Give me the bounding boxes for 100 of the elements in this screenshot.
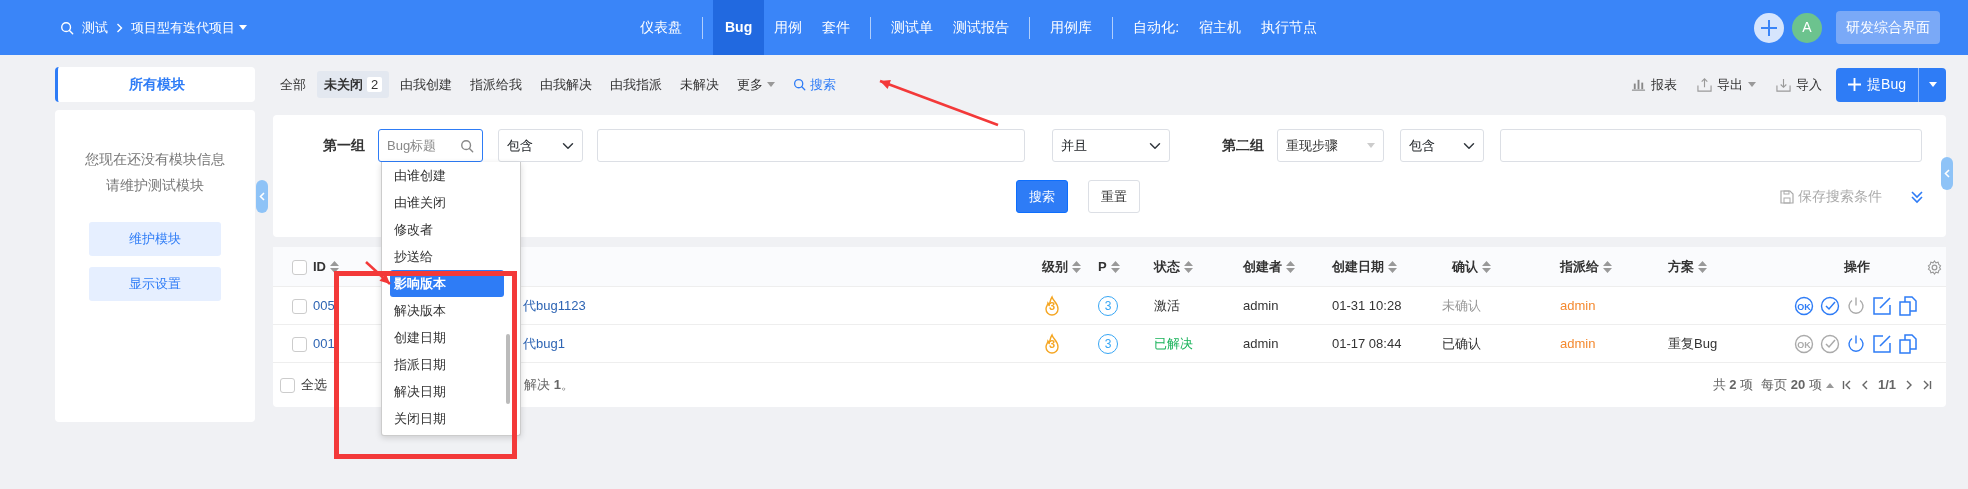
plus-icon xyxy=(1760,18,1778,37)
column-header[interactable]: ID xyxy=(313,258,326,274)
column-header[interactable]: 创建者 xyxy=(1243,258,1282,274)
dropdown-item[interactable]: 指派日期 xyxy=(382,351,504,378)
last-page-icon[interactable] xyxy=(1922,380,1932,390)
more-menu[interactable]: 更多 xyxy=(730,70,783,99)
nav-tab[interactable]: 测试单 xyxy=(881,0,944,55)
confirmation-text: 未确认 xyxy=(1442,297,1481,313)
reset-button[interactable]: 重置 xyxy=(1088,180,1140,213)
export-button[interactable]: 导出 xyxy=(1691,74,1763,95)
field-select[interactable]: 重现步骤 xyxy=(1277,129,1384,162)
value-input[interactable] xyxy=(1500,129,1922,162)
gear-icon[interactable] xyxy=(1927,259,1942,275)
page-size-select[interactable]: 每页 20 项 xyxy=(1761,375,1834,395)
collapse-handle[interactable] xyxy=(256,180,268,213)
collapse-handle[interactable] xyxy=(1941,157,1953,190)
column-header[interactable]: 级别 xyxy=(1042,258,1068,274)
confirmation-text: 已确认 xyxy=(1442,335,1481,351)
nav-tab[interactable]: Bug xyxy=(713,0,765,55)
filter-tab[interactable]: 未解决 xyxy=(673,70,727,99)
dropdown-item[interactable]: 修改者 xyxy=(382,216,504,243)
column-header[interactable]: 确认 xyxy=(1452,258,1478,274)
report-button[interactable]: 报表 xyxy=(1625,74,1684,95)
summary-text: 解决 1。 xyxy=(524,376,574,395)
edit-icon[interactable] xyxy=(1872,333,1892,354)
logic-select[interactable]: 并且 xyxy=(1052,129,1170,162)
product-name[interactable]: 测试 xyxy=(82,17,108,38)
sidebar-button[interactable]: 维护模块 xyxy=(89,222,221,256)
caret-icon xyxy=(1748,82,1757,87)
field-select[interactable]: Bug标题 xyxy=(378,129,483,162)
column-header[interactable]: 状态 xyxy=(1154,258,1180,274)
nav-tab[interactable]: 用例库 xyxy=(1040,0,1103,55)
nav-tab[interactable]: 仪表盘 xyxy=(630,0,692,55)
checkbox[interactable] xyxy=(292,298,307,314)
filter-tab[interactable]: 全部 xyxy=(273,70,313,99)
id-cell[interactable]: 001 xyxy=(313,335,335,351)
copy-icon[interactable] xyxy=(1898,333,1918,354)
import-icon xyxy=(1776,77,1792,92)
expand-icon[interactable] xyxy=(1910,189,1924,204)
dropdown-item[interactable]: 创建日期 xyxy=(382,324,504,351)
status-text: 激活 xyxy=(1154,297,1180,313)
title-link[interactable]: 代bug1 xyxy=(523,335,565,351)
next-page-icon[interactable] xyxy=(1904,380,1914,390)
nav-tab[interactable]: 套件 xyxy=(812,0,861,55)
search-toggle[interactable]: 搜索 xyxy=(786,70,844,99)
dropdown-item[interactable]: 由谁创建 xyxy=(382,162,504,189)
page-indicator: 1/1 xyxy=(1877,376,1896,395)
count-badge: 2 xyxy=(367,76,383,92)
dropdown-item[interactable]: 关闭日期 xyxy=(382,405,504,432)
severity-badge: 3 xyxy=(1042,294,1062,317)
nav-tab[interactable]: 宿主机 xyxy=(1189,0,1252,55)
add-button[interactable] xyxy=(1754,12,1784,43)
checkbox[interactable] xyxy=(292,259,307,275)
column-header[interactable]: 操作 xyxy=(1843,258,1870,274)
scrollbar[interactable] xyxy=(506,334,510,404)
project-switcher[interactable]: 项目型有迭代项目 xyxy=(131,17,247,38)
sidebar-button[interactable]: 显示设置 xyxy=(89,267,221,301)
column-header[interactable]: 指派给 xyxy=(1560,258,1599,274)
chevron-right-icon xyxy=(116,22,123,33)
module-tab[interactable]: 所有模块 xyxy=(55,67,255,102)
dropdown-item[interactable]: 抄送给 xyxy=(382,243,504,270)
select-all-checkbox[interactable]: 全选 xyxy=(273,375,327,395)
column-header[interactable]: 方案 xyxy=(1668,258,1694,274)
table-cell: 01-31 10:28 xyxy=(1332,297,1402,313)
dropdown-item[interactable]: 解决日期 xyxy=(382,378,504,405)
plus-icon xyxy=(1848,78,1862,91)
copy-icon[interactable] xyxy=(1898,295,1918,316)
check-circle-icon[interactable] xyxy=(1820,295,1840,316)
caret-icon xyxy=(1825,382,1834,388)
filter-tab[interactable]: 由我创建 xyxy=(393,70,460,99)
column-header[interactable]: P xyxy=(1098,258,1107,274)
dropdown-item[interactable]: 由谁关闭 xyxy=(382,189,504,216)
filter-tab[interactable]: 未关闭 2 xyxy=(317,70,390,99)
search-icon xyxy=(460,139,474,153)
nav-tab[interactable]: 自动化: xyxy=(1123,0,1190,55)
confirm-icon[interactable]: OK xyxy=(1794,295,1814,316)
import-button[interactable]: 导入 xyxy=(1770,74,1829,95)
value-input[interactable] xyxy=(597,129,1025,162)
power-icon[interactable] xyxy=(1846,333,1866,354)
nav-tab[interactable]: 执行节点 xyxy=(1251,0,1328,55)
filter-tab[interactable]: 由我解决 xyxy=(533,70,600,99)
nav-tab[interactable]: 测试报告 xyxy=(943,0,1020,55)
filter-tab[interactable]: 指派给我 xyxy=(463,70,530,99)
id-cell[interactable]: 005 xyxy=(313,297,335,313)
table-cell: 01-17 08:44 xyxy=(1332,335,1402,351)
caret-icon xyxy=(1367,143,1375,148)
title-link[interactable]: 代bug1123 xyxy=(523,297,586,313)
dropdown-item[interactable]: 解决版本 xyxy=(382,297,504,324)
create-bug-button[interactable]: 提Bug xyxy=(1836,67,1946,102)
operator-select[interactable]: 包含 xyxy=(498,129,583,162)
empty-message: 请维护测试模块 xyxy=(105,176,205,195)
first-page-icon[interactable] xyxy=(1841,380,1852,390)
edit-icon[interactable] xyxy=(1872,295,1892,316)
nav-tab[interactable]: 用例 xyxy=(764,0,813,55)
table-cell: 重复Bug xyxy=(1668,335,1718,351)
column-header[interactable]: 创建日期 xyxy=(1332,258,1384,274)
search-button[interactable]: 搜索 xyxy=(1016,180,1068,213)
operator-select[interactable]: 包含 xyxy=(1400,129,1484,162)
filter-tab[interactable]: 由我指派 xyxy=(603,70,670,99)
checkbox[interactable] xyxy=(292,336,307,352)
